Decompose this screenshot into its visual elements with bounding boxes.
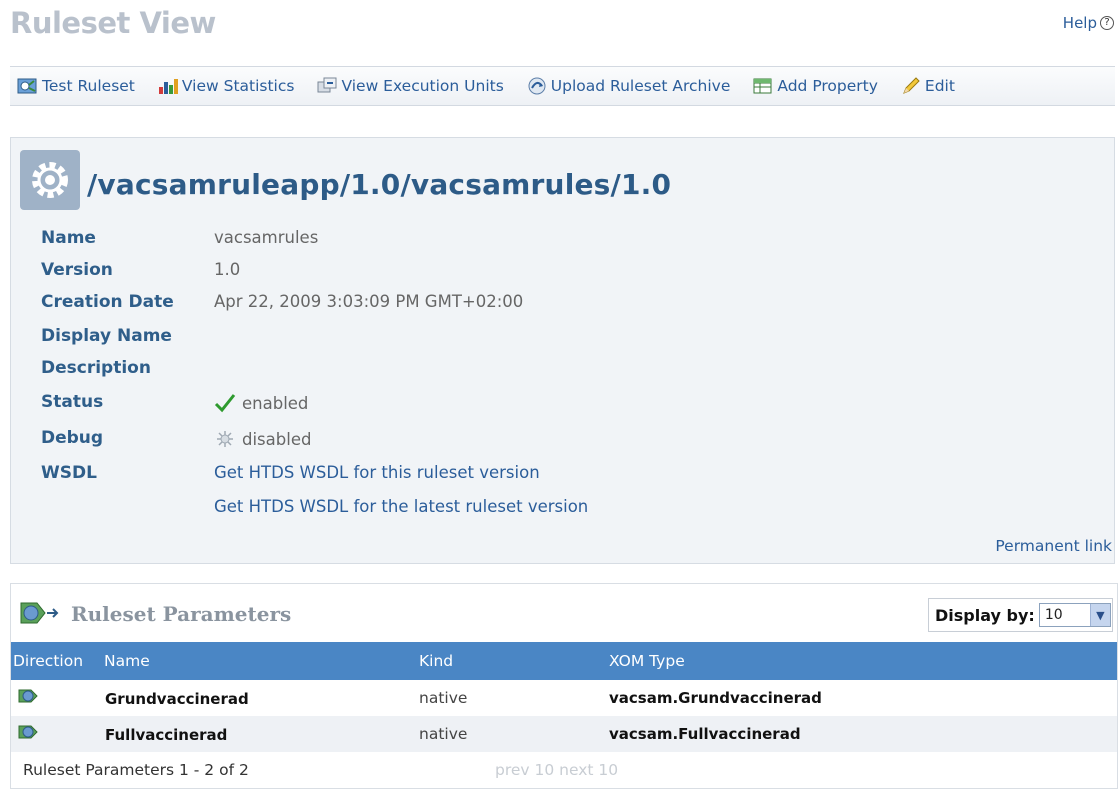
test-ruleset-button[interactable]: Test Ruleset — [17, 76, 135, 96]
view-statistics-label: View Statistics — [181, 77, 295, 95]
view-statistics-button[interactable]: View Statistics — [157, 76, 295, 96]
display-by-value: 10 — [1044, 607, 1063, 623]
test-ruleset-label: Test Ruleset — [42, 77, 135, 95]
ruleset-info-panel: /vacsamruleapp/1.0/vacsamrules/1.0 Name … — [10, 137, 1115, 564]
checkmark-icon — [214, 394, 236, 413]
creation-date-label: Creation Date — [41, 292, 174, 312]
test-ruleset-icon — [17, 78, 37, 94]
parameters-count: Ruleset Parameters 1 - 2 of 2 — [23, 761, 249, 779]
ruleset-gear-icon — [20, 150, 80, 210]
version-value: 1.0 — [214, 260, 241, 279]
parameters-table: Direction Name Kind XOM Type Grundvaccin… — [11, 642, 1117, 788]
parameters-title: Ruleset Parameters — [71, 602, 292, 626]
description-label: Description — [41, 358, 151, 378]
help-label: Help — [1062, 14, 1097, 32]
column-xom-type[interactable]: XOM Type — [609, 652, 685, 670]
edit-label: Edit — [924, 77, 955, 95]
display-name-label: Display Name — [41, 326, 172, 346]
debug-text: disabled — [242, 429, 312, 449]
upload-ruleset-archive-label: Upload Ruleset Archive — [550, 77, 731, 95]
upload-archive-icon — [528, 77, 546, 95]
help-link[interactable]: Help ? — [1063, 14, 1114, 32]
parameters-header: Ruleset Parameters Display by: 10 ▼ — [11, 584, 1117, 642]
param-kind: native — [419, 689, 468, 707]
direction-in-icon — [18, 689, 38, 703]
wsdl-version-link[interactable]: Get HTDS WSDL for this ruleset version — [214, 463, 540, 482]
name-value: vacsamrules — [214, 228, 319, 247]
direction-in-icon — [18, 725, 38, 739]
action-toolbar: Test Ruleset View Statistics View Execut… — [10, 66, 1115, 106]
param-name: Grundvaccinerad — [105, 690, 249, 708]
page-title: Ruleset View — [10, 6, 216, 40]
permanent-link[interactable]: Permanent link — [995, 537, 1112, 555]
display-by-label: Display by: — [935, 605, 1035, 625]
name-label: Name — [41, 228, 96, 248]
help-question-icon: ? — [1100, 16, 1114, 30]
upload-ruleset-archive-button[interactable]: Upload Ruleset Archive — [526, 76, 731, 96]
add-property-button[interactable]: Add Property — [752, 76, 878, 96]
debug-value: disabled — [214, 429, 311, 449]
status-text: enabled — [242, 393, 309, 413]
table-row[interactable]: Grundvaccinerad native vacsam.Grundvacci… — [11, 680, 1117, 716]
pagination-links: prev 10 next 10 — [495, 761, 619, 779]
add-property-icon — [753, 78, 772, 94]
chevron-down-icon[interactable]: ▼ — [1089, 604, 1110, 626]
creation-date-value: Apr 22, 2009 3:03:09 PM GMT+02:00 — [214, 292, 524, 311]
pencil-edit-icon — [903, 77, 920, 94]
param-xom-type: vacsam.Fullvaccinerad — [609, 725, 801, 743]
execution-units-icon — [317, 77, 337, 93]
table-row[interactable]: Fullvaccinerad native vacsam.Fullvaccine… — [11, 716, 1117, 752]
status-label: Status — [41, 392, 104, 412]
column-name[interactable]: Name — [104, 652, 150, 670]
param-name: Fullvaccinerad — [105, 726, 228, 744]
view-execution-units-button[interactable]: View Execution Units — [316, 76, 504, 96]
version-label: Version — [41, 260, 113, 280]
display-by-select[interactable]: 10 ▼ — [1038, 603, 1111, 627]
ruleset-path: /vacsamruleapp/1.0/vacsamrules/1.0 — [87, 168, 672, 201]
column-direction[interactable]: Direction — [13, 652, 83, 670]
status-value: enabled — [214, 393, 308, 413]
table-header-row: Direction Name Kind XOM Type — [11, 642, 1117, 680]
parameters-icon — [20, 602, 59, 624]
statistics-chart-icon — [158, 79, 178, 94]
table-footer: Ruleset Parameters 1 - 2 of 2 prev 10 ne… — [11, 752, 1117, 788]
display-by-control: Display by: 10 ▼ — [928, 598, 1113, 632]
param-xom-type: vacsam.Grundvaccinerad — [609, 689, 822, 707]
view-execution-units-label: View Execution Units — [341, 77, 504, 95]
wsdl-latest-link[interactable]: Get HTDS WSDL for the latest ruleset ver… — [214, 497, 588, 516]
debug-label: Debug — [41, 428, 104, 448]
ruleset-parameters-section: Ruleset Parameters Display by: 10 ▼ Dire… — [10, 583, 1118, 789]
edit-button[interactable]: Edit — [900, 76, 955, 96]
wsdl-label: WSDL — [41, 463, 97, 483]
add-property-label: Add Property — [777, 77, 878, 95]
param-kind: native — [419, 725, 468, 743]
column-kind[interactable]: Kind — [419, 652, 453, 670]
debug-bug-icon — [217, 431, 233, 447]
